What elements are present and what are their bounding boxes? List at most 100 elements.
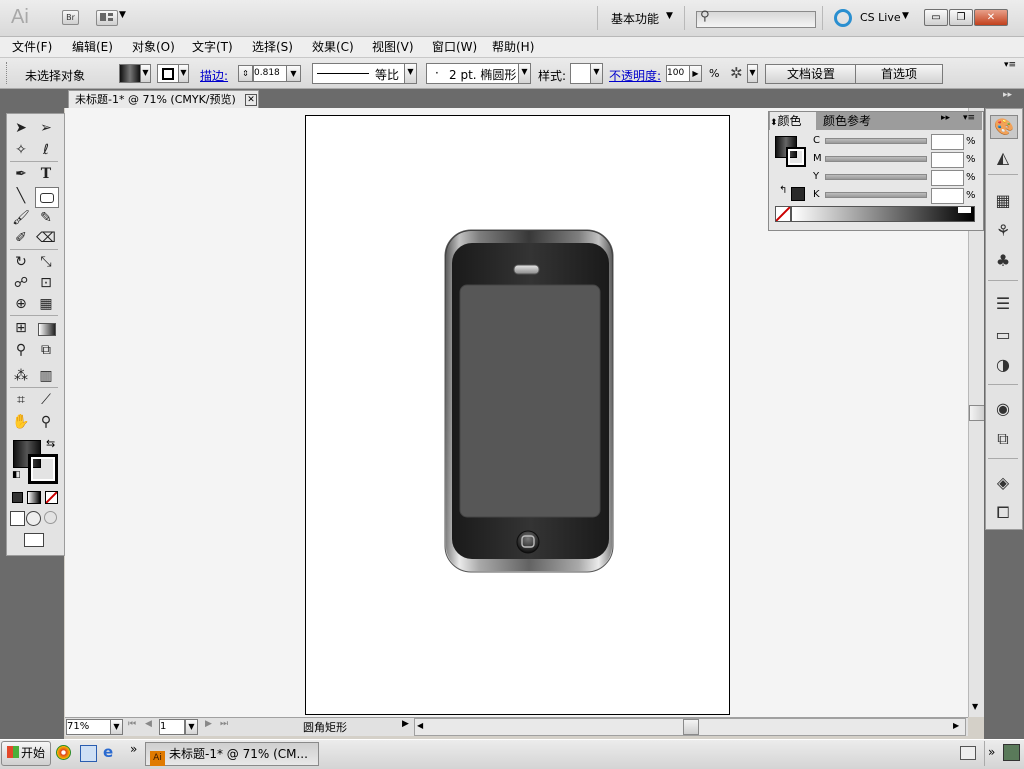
layers-icon[interactable]: ◈ [990,472,1016,494]
channel-y-field[interactable] [931,170,964,186]
collapse-icon[interactable]: ▸▸ [941,113,950,123]
line-tool-icon[interactable]: ╲ [10,186,32,206]
color-mode-icon[interactable] [12,492,23,503]
pen-tool-icon[interactable]: ✒ [10,164,32,184]
scroll-left-icon[interactable]: ◀ [417,721,423,730]
gradient-mode-icon[interactable] [27,491,41,504]
pencil-tool-icon[interactable]: ✎ [35,208,57,228]
free-transform-tool-icon[interactable]: ⊡ [35,273,57,293]
eyedropper-tool-icon[interactable]: ⚲ [10,340,32,360]
document-setup-button[interactable]: 文档设置 [765,64,857,84]
document-tab[interactable]: 未标题-1* @ 71% (CMYK/预览) ✕ [68,90,259,109]
type-tool-icon[interactable]: T [35,164,57,184]
channel-k-slider[interactable] [825,192,927,198]
panel-stroke-box[interactable] [786,147,806,167]
none-color-swatch[interactable] [775,206,791,222]
perspective-grid-tool-icon[interactable]: ▦ [35,294,57,314]
zoom-field[interactable]: 71% [66,719,112,735]
search-input[interactable] [696,11,816,28]
cs-live-icon[interactable] [834,9,852,27]
symbol-sprayer-tool-icon[interactable]: ⁂ [10,366,32,386]
magic-wand-tool-icon[interactable]: ✧ [10,140,32,160]
eraser-tool-icon[interactable]: ⌫ [35,228,57,248]
channel-m-slider[interactable] [825,156,927,162]
column-graph-tool-icon[interactable]: ▥ [35,366,57,386]
chevron-down-icon[interactable]: ▼ [185,719,198,735]
mesh-tool-icon[interactable]: ⊞ [10,318,32,338]
scroll-thumb[interactable] [683,719,699,735]
last-color-swatch[interactable] [791,187,805,201]
appearance-icon[interactable]: ◉ [990,398,1016,420]
chevron-down-icon[interactable]: ▼ [404,63,417,84]
chevron-down-icon[interactable]: ▼ [119,10,126,20]
direct-selection-tool-icon[interactable]: ➢ [35,118,57,138]
artboard-number-field[interactable]: 1 [159,719,185,735]
graphic-style-swatch[interactable] [570,63,592,84]
preferences-button[interactable]: 首选项 [855,64,943,84]
horizontal-scrollbar[interactable]: ◀ ▶ [414,718,966,736]
swatches-icon[interactable]: ▦ [990,190,1016,212]
chevron-down-icon[interactable]: ▼ [140,64,151,83]
tab-color-guide[interactable]: 颜色参考 [823,113,871,129]
recolor-artwork-icon[interactable]: ✲ [730,64,743,82]
cs-live-menu[interactable]: CS Live [860,11,901,24]
white-swatch[interactable] [958,207,971,213]
hand-tool-icon[interactable]: ✋ [10,412,32,432]
draw-normal-icon[interactable] [10,511,25,526]
stroke-panel-icon[interactable]: ☰ [990,293,1016,315]
grip-handle[interactable] [6,62,10,84]
shape-builder-tool-icon[interactable]: ⊕ [10,294,32,314]
menu-view[interactable]: 视图(V) [372,38,414,55]
first-artboard-icon[interactable]: ⏮ [128,719,136,729]
chevron-down-icon[interactable]: ▼ [666,11,673,21]
chevron-down-icon[interactable]: ▼ [178,64,189,83]
start-button[interactable]: 开始 [1,741,51,766]
channel-c-field[interactable] [931,134,964,150]
bridge-button[interactable]: Br [62,10,79,25]
selection-tool-icon[interactable]: ➤ [10,118,32,138]
channel-m-field[interactable] [931,152,964,168]
artboard-tool-icon[interactable]: ⌗ [10,390,32,410]
fill-swatch[interactable] [119,64,141,83]
chevron-down-icon[interactable]: ▼ [286,65,301,82]
opacity-label[interactable]: 不透明度: [609,67,661,84]
workspace-switcher[interactable]: 基本功能 [611,10,659,27]
screen-mode-icon[interactable] [24,533,44,547]
slice-tool-icon[interactable]: ⟋ [35,390,57,410]
chevron-right-icon[interactable]: ▶ [689,65,702,82]
chevron-down-icon[interactable]: ▼ [110,719,123,735]
close-tab-icon[interactable]: ✕ [245,94,257,106]
color-guide-icon[interactable]: ◭ [990,147,1016,169]
variable-width-profile[interactable]: 等比 [312,63,406,84]
color-panel-icon[interactable]: 🎨 [990,115,1018,139]
stroke-label[interactable]: 描边: [200,67,228,84]
menu-effect[interactable]: 效果(C) [312,38,354,55]
media-player-icon[interactable] [56,745,71,760]
channel-k-field[interactable] [931,188,964,204]
channel-y-slider[interactable] [825,174,927,180]
transparency-icon[interactable]: ◑ [990,354,1016,376]
menu-edit[interactable]: 编辑(E) [72,38,113,55]
swap-fill-stroke-icon[interactable]: ⇆ [46,437,55,450]
gradient-tool-icon[interactable] [38,323,56,336]
rotate-tool-icon[interactable]: ↻ [10,252,32,272]
panel-menu-icon[interactable]: ▾≡ [1004,60,1016,70]
out-of-gamut-icon[interactable]: ↰ [779,185,787,196]
opacity-field[interactable]: 100 [666,65,690,82]
restore-button[interactable]: ❐ [949,9,973,26]
none-mode-icon[interactable] [45,491,58,504]
chevron-down-icon[interactable]: ▼ [518,63,531,84]
stroke-stepper[interactable]: ⇕ [238,65,253,82]
paintbrush-tool-icon[interactable]: 🖌 [10,208,32,228]
channel-c-slider[interactable] [825,138,927,144]
arrange-documents-icon[interactable] [96,10,118,26]
close-button[interactable]: ✕ [974,9,1008,26]
keyboard-icon[interactable] [960,746,976,760]
warp-tool-icon[interactable]: ☍ [10,273,32,293]
scroll-down-icon[interactable]: ▼ [972,702,978,711]
stroke-swatch[interactable] [157,64,179,83]
brush-definition[interactable]: · 2 pt. 椭圆形 [426,63,520,84]
menu-help[interactable]: 帮助(H) [492,38,534,55]
menu-window[interactable]: 窗口(W) [432,38,477,55]
stroke-weight-field[interactable]: 0.818 p [253,65,287,82]
